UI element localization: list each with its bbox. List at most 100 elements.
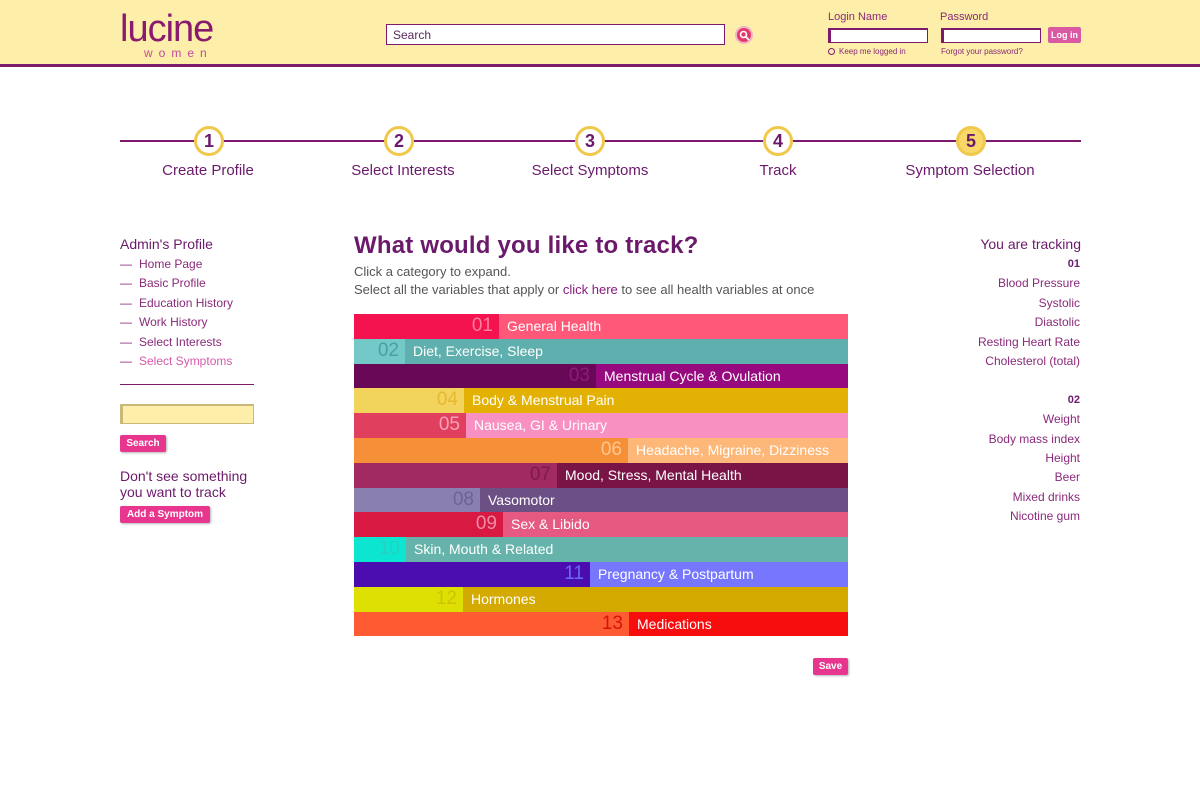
sidebar-item-label: Education History <box>139 295 234 310</box>
step-1-label[interactable]: Create Profile <box>108 162 308 179</box>
category-number: 03 <box>568 364 590 386</box>
tracking-item[interactable]: Resting Heart Rate <box>978 334 1080 353</box>
sidebar-item-label: Home Page <box>139 257 203 271</box>
step-2-label[interactable]: Select Interests <box>303 162 503 179</box>
keep-logged-in-label: Keep me logged in <box>839 47 906 56</box>
tracking-item[interactable]: Height <box>978 450 1080 469</box>
keep-logged-in-checkbox[interactable] <box>828 48 835 55</box>
search-input[interactable]: Search <box>386 24 725 45</box>
tracking-item[interactable]: Beer <box>978 469 1080 488</box>
save-button[interactable]: Save <box>813 658 848 675</box>
logo-subtitle: women <box>144 46 213 60</box>
sidebar-title: Admin's Profile <box>120 236 213 252</box>
sidebar-item-select-interests[interactable]: — Select Interests <box>120 334 233 353</box>
category-row[interactable]: 09 Sex & Libido <box>354 512 848 538</box>
sidebar-item-select-symptoms[interactable]: — Select Symptoms <box>120 353 233 372</box>
keep-logged-in[interactable]: Keep me logged in <box>828 47 906 56</box>
sidebar-item-label: Select Symptoms <box>139 353 233 368</box>
category-row[interactable]: 10 Skin, Mouth & Related <box>354 537 848 562</box>
category-number: 07 <box>529 463 551 485</box>
category-number: 02 <box>377 339 399 361</box>
tracking-item[interactable]: Blood Pressure <box>978 275 1080 294</box>
category-label: Mood, Stress, Mental Health <box>565 466 742 483</box>
dash-icon: — <box>120 315 132 330</box>
tracking-item[interactable]: Systolic <box>978 295 1080 314</box>
step-5-label[interactable]: Symptom Selection <box>870 162 1070 179</box>
category-label: Body & Menstrual Pain <box>472 392 615 409</box>
tracking-item[interactable]: Weight <box>978 411 1080 430</box>
category-row[interactable]: 06 Headache, Migraine, Dizziness <box>354 437 848 463</box>
show-all-link[interactable]: click here <box>563 282 618 297</box>
step-2-circle[interactable]: 2 <box>384 126 414 156</box>
category-number: 13 <box>601 612 623 634</box>
tracking-group-header: 01 <box>1067 258 1080 270</box>
password-field[interactable] <box>941 28 1041 43</box>
category-label: Skin, Mouth & Related <box>414 541 554 558</box>
category-row[interactable]: 01 General Health <box>354 314 848 339</box>
dash-icon: — <box>120 295 132 310</box>
category-row[interactable]: 12 Hormones <box>354 586 848 612</box>
tracking-item[interactable]: Mixed drinks <box>978 489 1080 508</box>
category-label: Headache, Migraine, Dizziness <box>636 441 829 458</box>
instruction-suffix: to see all health variables at once <box>617 282 815 297</box>
add-symptom-button[interactable]: Add a Symptom <box>120 506 210 523</box>
category-number: 09 <box>475 513 497 535</box>
step-1-circle[interactable]: 1 <box>194 126 224 156</box>
dash-icon: — <box>120 353 132 368</box>
category-number: 11 <box>564 562 584 584</box>
category-row[interactable]: 07 Mood, Stress, Mental Health <box>354 462 848 488</box>
instruction-text: Click a category to expand. <box>354 264 511 279</box>
category-label: Pregnancy & Postpartum <box>598 565 754 582</box>
category-label: Menstrual Cycle & Ovulation <box>604 367 781 384</box>
category-number: 05 <box>438 414 460 436</box>
category-label: Medications <box>637 615 712 632</box>
sidebar-item-label: Basic Profile <box>139 276 206 291</box>
dash-icon: — <box>120 257 132 271</box>
lucine-logo[interactable]: lucine women <box>120 8 230 60</box>
category-number: 06 <box>600 438 622 460</box>
login-name-label: Login Name <box>828 11 888 23</box>
dash-icon: — <box>120 276 132 291</box>
tracking-item[interactable]: Body mass index <box>978 431 1080 450</box>
sidebar-search-input[interactable] <box>120 404 254 424</box>
sidebar-item-label: Select Interests <box>139 334 222 349</box>
category-number: 08 <box>452 488 474 510</box>
tracking-item[interactable]: Diastolic <box>978 314 1080 333</box>
sidebar-item-work-history[interactable]: — Work History <box>120 314 233 333</box>
category-row[interactable]: 03 Menstrual Cycle & Ovulation <box>354 363 848 389</box>
category-row[interactable]: 13 Medications <box>354 611 848 637</box>
step-5-circle[interactable]: 5 <box>956 126 986 156</box>
category-number: 01 <box>471 315 493 336</box>
sidebar-help-text: Don't see something you want to track <box>120 468 248 500</box>
step-4-circle[interactable]: 4 <box>763 126 793 156</box>
category-row[interactable]: 11 Pregnancy & Postpartum <box>354 561 848 587</box>
category-number: 10 <box>378 538 400 560</box>
category-row[interactable]: 05 Nausea, GI & Urinary <box>354 413 848 438</box>
category-row[interactable]: 08 Vasomotor <box>354 487 848 513</box>
sidebar-item-home-page[interactable]: — Home Page <box>120 256 233 275</box>
tracking-title: You are tracking <box>980 236 1081 252</box>
login-button[interactable]: Log in <box>1048 27 1081 43</box>
category-label: Nausea, GI & Urinary <box>474 417 608 434</box>
sidebar-divider <box>120 384 254 385</box>
category-number: 04 <box>436 389 458 411</box>
sidebar-item-basic-profile[interactable]: — Basic Profile <box>120 275 233 294</box>
step-3-circle[interactable]: 3 <box>575 126 605 156</box>
forgot-password-link[interactable]: Forgot your password? <box>941 47 1023 56</box>
instruction-prefix: Select all the variables that apply or <box>354 282 563 297</box>
step-4-label[interactable]: Track <box>678 162 878 179</box>
tracking-item[interactable]: Cholesterol (total) <box>978 353 1080 372</box>
category-row[interactable]: 02 Diet, Exercise, Sleep <box>354 338 848 364</box>
tracking-list: 01 Blood Pressure Systolic Diastolic Res… <box>978 256 1080 527</box>
category-label: Vasomotor <box>488 491 555 508</box>
category-label: Sex & Libido <box>511 516 590 533</box>
tracking-item[interactable]: Nicotine gum <box>978 508 1080 527</box>
sidebar-nav: — Home Page — Basic Profile — Education His… <box>120 256 233 372</box>
login-name-field[interactable] <box>828 28 928 43</box>
category-row[interactable]: 04 Body & Menstrual Pain <box>354 388 848 414</box>
search-icon[interactable] <box>735 26 753 44</box>
step-3-label[interactable]: Select Symptoms <box>490 162 690 179</box>
sidebar-search-button[interactable]: Search <box>120 435 166 452</box>
sidebar-item-education-history[interactable]: — Education History <box>120 295 233 314</box>
tracking-spacer <box>978 372 1080 391</box>
